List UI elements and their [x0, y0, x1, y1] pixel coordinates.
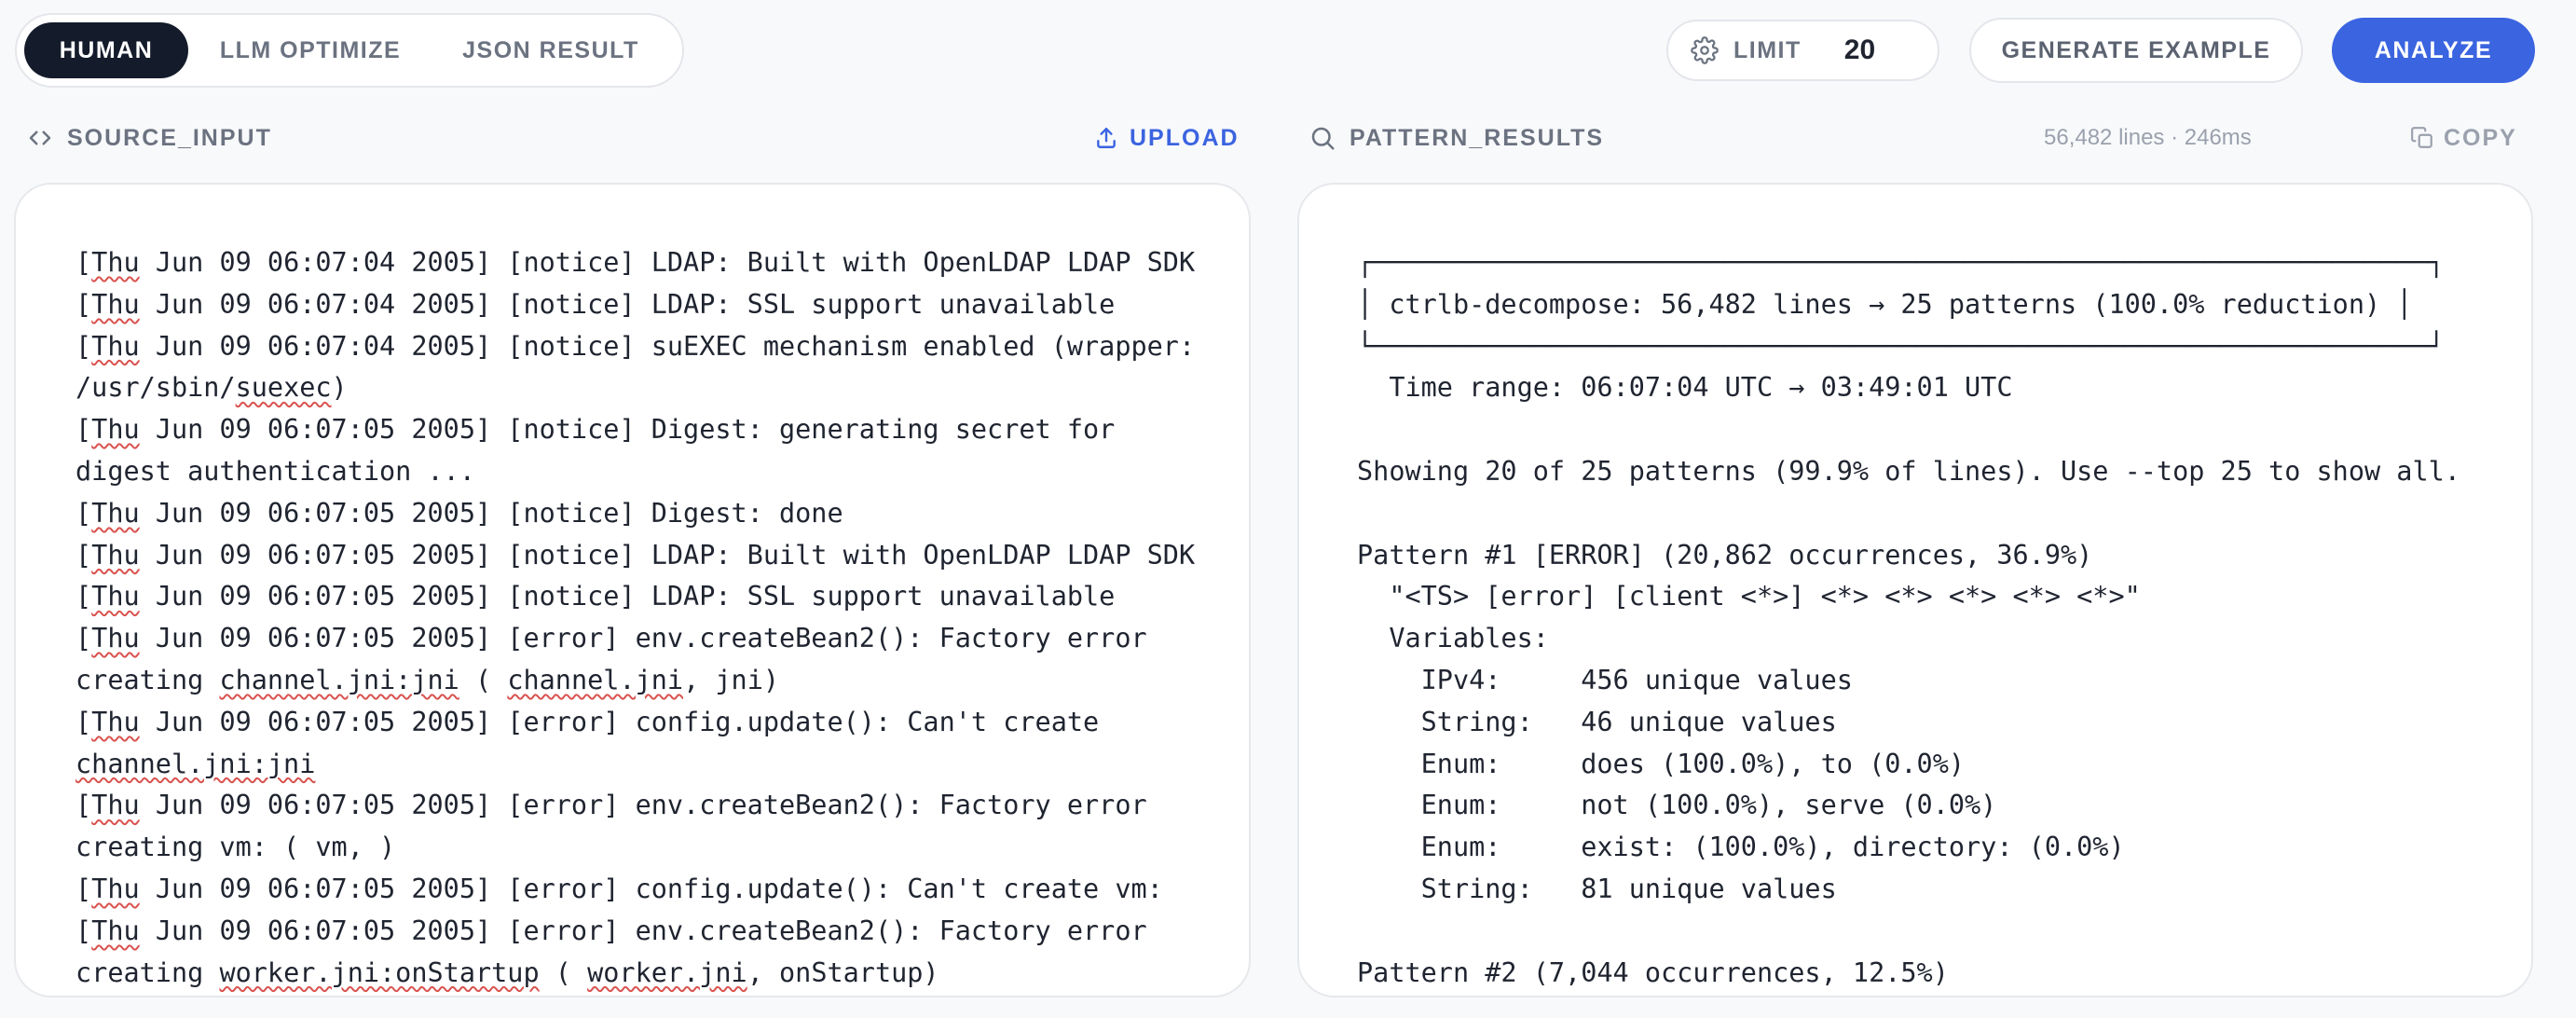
upload-label: UPLOAD [1130, 124, 1240, 151]
limit-input[interactable] [1843, 34, 1928, 66]
result-line: String: 81 unique values [1357, 873, 1837, 904]
tab-json-result[interactable]: JSON RESULT [432, 22, 669, 78]
pattern-results-header: PATTERN_RESULTS [1309, 121, 1604, 155]
mode-tab-group: HUMAN LLM OPTIMIZE JSON RESULT [15, 13, 684, 88]
source-log-line: [Thu Jun 09 06:07:05 2005] [notice] Dige… [75, 414, 1116, 446]
source-log-line: /usr/sbin/suexec) [75, 372, 348, 404]
result-line: String: 46 unique values [1357, 706, 1837, 737]
source-log-line: [Thu Jun 09 06:07:05 2005] [notice] LDAP… [75, 581, 1116, 612]
result-stats: 56,482 lines · 246ms [2044, 125, 2252, 150]
result-line [1357, 409, 2460, 451]
source-log-line: channel.jni:jni [75, 748, 316, 779]
source-log-line: [Thu Jun 09 06:07:05 2005] [notice] Dige… [75, 497, 843, 529]
result-line: "<TS> [error] [client <*>] <*> <*> <*> <… [1357, 581, 2141, 612]
result-line [1357, 911, 2460, 953]
gear-icon [1691, 36, 1719, 64]
result-line: Variables: [1357, 623, 1549, 654]
upload-icon [1094, 126, 1118, 150]
source-log-line: [Thu Jun 09 06:07:05 2005] [error] env.c… [75, 623, 1147, 654]
copy-button[interactable]: COPY [2410, 121, 2517, 155]
limit-control: LIMIT [1666, 20, 1939, 81]
result-line [1357, 493, 2460, 535]
source-log-line: [Thu Jun 09 06:07:05 2005] [error] env.c… [75, 915, 1147, 946]
source-input-panel[interactable]: [Thu Jun 09 06:07:04 2005] [notice] LDAP… [14, 183, 1251, 997]
source-input-title: SOURCE_INPUT [67, 124, 272, 151]
source-log-line: creating worker.jni:onStartup ( worker.j… [75, 956, 939, 988]
result-line: ┌───────────────────────────────────────… [1357, 247, 2445, 278]
source-input-textarea[interactable]: [Thu Jun 09 06:07:04 2005] [notice] LDAP… [75, 242, 1195, 994]
search-icon [1309, 124, 1336, 152]
pattern-results-title: PATTERN_RESULTS [1350, 124, 1605, 151]
source-log-line: digest authentication ... [75, 455, 475, 487]
result-line: Pattern #2 (7,044 occurrences, 12.5%) [1357, 956, 1949, 988]
tab-human[interactable]: HUMAN [24, 22, 188, 78]
source-log-line: [Thu Jun 09 06:07:04 2005] [notice] suEX… [75, 330, 1196, 362]
source-log-line: [Thu Jun 09 06:07:04 2005] [notice] LDAP… [75, 288, 1116, 320]
source-input-header: SOURCE_INPUT [26, 121, 272, 155]
result-line: Pattern #1 [ERROR] (20,862 occurrences, … [1357, 539, 2093, 571]
copy-icon [2410, 126, 2434, 150]
pattern-results-output: ┌───────────────────────────────────────… [1357, 242, 2460, 994]
source-log-line: creating channel.jni:jni ( channel.jni, … [75, 664, 780, 695]
code-icon [26, 124, 54, 152]
result-line: Time range: 06:07:04 UTC → 03:49:01 UTC [1357, 372, 2013, 404]
source-log-line: [Thu Jun 09 06:07:04 2005] [notice] LDAP… [75, 247, 1196, 278]
result-line: Enum: exist: (100.0%), directory: (0.0%) [1357, 832, 2125, 863]
upload-button[interactable]: UPLOAD [1094, 121, 1240, 155]
analyze-button[interactable]: ANALYZE [2332, 18, 2535, 83]
pattern-results-panel: ┌───────────────────────────────────────… [1297, 183, 2533, 997]
source-log-line: [Thu Jun 09 06:07:05 2005] [error] confi… [75, 706, 1100, 737]
result-line: │ ctrlb-decompose: 56,482 lines → 25 pat… [1357, 288, 2413, 320]
result-line: Showing 20 of 25 patterns (99.9% of line… [1357, 455, 2460, 487]
result-line: └───────────────────────────────────────… [1357, 330, 2445, 362]
source-log-line: [Thu Jun 09 06:07:05 2005] [error] confi… [75, 873, 1163, 904]
source-log-line: [Thu Jun 09 06:07:05 2005] [error] env.c… [75, 790, 1147, 821]
result-line: Enum: does (100.0%), to (0.0%) [1357, 748, 1966, 779]
tab-llm-optimize[interactable]: LLM OPTIMIZE [188, 22, 432, 78]
limit-label: LIMIT [1733, 36, 1802, 63]
result-line: Enum: not (100.0%), serve (0.0%) [1357, 790, 1997, 821]
result-line: IPv4: 456 unique values [1357, 664, 1853, 695]
source-log-line: [Thu Jun 09 06:07:05 2005] [notice] LDAP… [75, 539, 1196, 571]
generate-example-button[interactable]: GENERATE EXAMPLE [1969, 18, 2303, 83]
copy-label: COPY [2444, 124, 2517, 151]
source-log-line: creating vm: ( vm, ) [75, 832, 396, 863]
